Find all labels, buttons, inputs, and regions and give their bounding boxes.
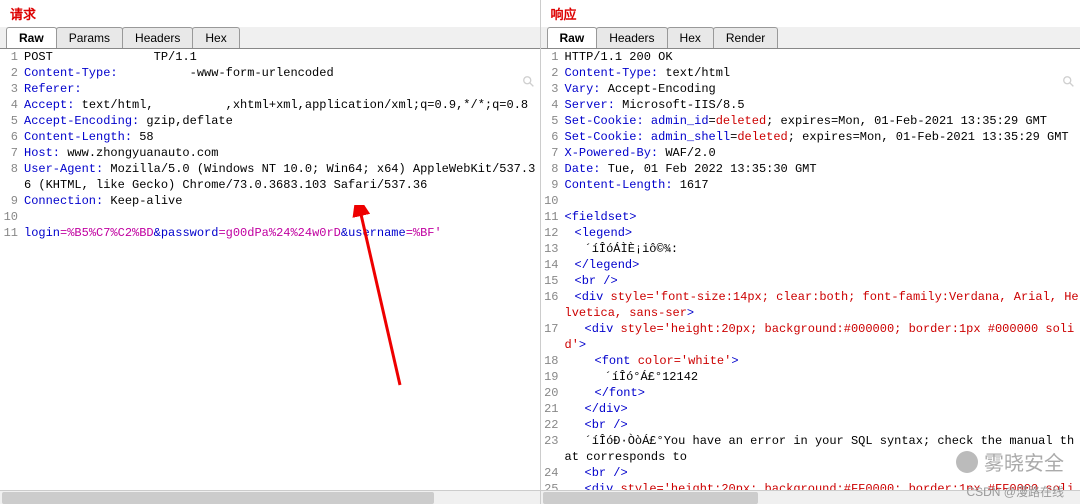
search-icon[interactable] [1062, 75, 1076, 89]
tab-raw-resp[interactable]: Raw [547, 27, 598, 48]
request-title: 请求 [0, 0, 540, 27]
tab-headers[interactable]: Headers [122, 27, 193, 48]
search-icon[interactable] [522, 75, 536, 89]
response-code[interactable]: 1HTTP/1.1 200 OK2Content-Type: text/html… [541, 49, 1080, 490]
response-panel: 响应 Raw Headers Hex Render 1HTTP/1.1 200 … [541, 0, 1080, 504]
tab-render[interactable]: Render [713, 27, 778, 48]
request-tabs: Raw Params Headers Hex [0, 27, 540, 49]
response-title: 响应 [541, 0, 1080, 27]
tab-raw[interactable]: Raw [6, 27, 57, 48]
request-scrollbar[interactable] [0, 490, 540, 504]
watermark-text: 雾晓安全 [984, 447, 1064, 476]
watermark: 雾晓安全 [956, 447, 1064, 476]
wechat-icon [956, 451, 978, 473]
request-panel: 请求 Raw Params Headers Hex 1POST TP/1.12C… [0, 0, 541, 504]
footer-mark: CSDN @漫路在线 [966, 483, 1064, 500]
tab-params[interactable]: Params [56, 27, 123, 48]
request-code[interactable]: 1POST TP/1.12Content-Type: -www-form-url… [0, 49, 540, 490]
response-tabs: Raw Headers Hex Render [541, 27, 1080, 49]
tab-hex-resp[interactable]: Hex [667, 27, 714, 48]
tab-hex[interactable]: Hex [192, 27, 239, 48]
tab-headers-resp[interactable]: Headers [596, 27, 667, 48]
